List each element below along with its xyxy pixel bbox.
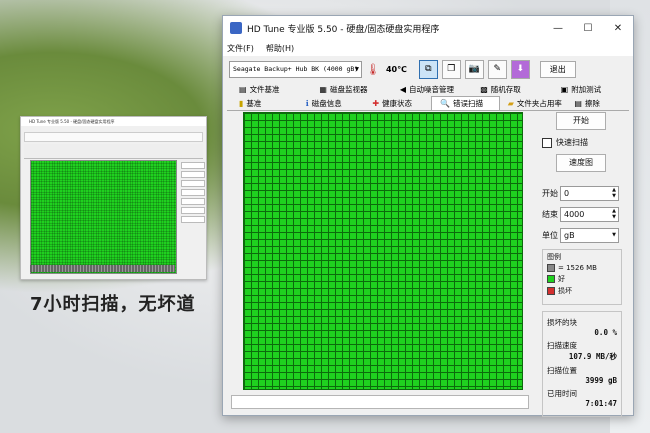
damaged-blocks-label: 损坏的块: [547, 318, 577, 327]
tab-error-scan[interactable]: 🔍 错误扫描: [431, 96, 500, 110]
chevron-down-icon: ▼: [354, 64, 359, 73]
legend-good: 好: [547, 274, 617, 284]
tab-random-access[interactable]: ▩ 随机存取: [472, 82, 552, 96]
speaker-icon: ◀: [399, 84, 406, 94]
end-label: 结束: [542, 210, 558, 219]
toolbar: Seagate Backup+ Hub BK (4000 gB) ▼ 🌡 40℃…: [223, 56, 633, 82]
window-title: HD Tune 专业版 5.50 - 硬盘/固态硬盘实用程序: [247, 24, 440, 35]
start-button[interactable]: 开始: [556, 112, 606, 130]
error-scan-panel: 开始 快速扫描 速度图 开始 0 ▲ ▼ 结束 4000 ▲ ▼ 单位 gB ▼ 图例 =…: [227, 112, 629, 417]
tab-disk-info[interactable]: ℹ 磁盘信息: [298, 96, 365, 110]
copy-text-icon[interactable]: ⧉: [418, 59, 438, 79]
thumbnail-title: HD Tune 专业版 5.50 - 硬盘/固态硬盘实用程序: [21, 117, 206, 126]
thumbnail-unscanned-row: [30, 265, 175, 272]
drive-select-value: Seagate Backup+ Hub BK (4000 gB): [233, 64, 359, 73]
elapsed-time-label: 已用时间: [547, 389, 577, 398]
unit-row: 单位 gB ▼: [542, 228, 622, 243]
scan-speed-label: 扫描速度: [547, 341, 577, 350]
benchmark-icon: ▮: [239, 98, 244, 108]
caption-text: 7小时扫描，无坏道: [30, 294, 196, 315]
start-label: 开始: [542, 189, 558, 198]
chevron-down-icon: ▼: [612, 232, 616, 238]
legend-title: 图例: [547, 253, 561, 261]
start-spinner[interactable]: 0 ▲ ▼: [560, 186, 619, 201]
spinner-arrows-icon: ▲ ▼: [612, 187, 616, 199]
good-swatch: [547, 275, 555, 283]
thumbnail-window: HD Tune 专业版 5.50 - 硬盘/固态硬盘实用程序: [20, 116, 207, 280]
folder-icon: ▰: [507, 98, 514, 108]
tab-folder-usage[interactable]: ▰ 文件夹占用率: [500, 96, 567, 110]
quick-scan-option[interactable]: 快速扫描: [542, 137, 622, 148]
info-icon: ℹ: [305, 98, 309, 108]
drive-select[interactable]: Seagate Backup+ Hub BK (4000 gB) ▼: [229, 60, 362, 78]
extra-tests-icon: ▣: [560, 84, 569, 94]
legend-block-size: = 1526 MB: [547, 264, 617, 272]
camera-icon[interactable]: 📷: [464, 59, 484, 79]
tab-disk-monitor[interactable]: ▦ 磁盘监视器: [311, 82, 391, 96]
save-icon[interactable]: ⬇: [510, 59, 530, 79]
tab-benchmark[interactable]: ▮ 基准: [231, 96, 298, 110]
scan-speed-value: 107.9 MB/秒: [568, 352, 617, 361]
erase-icon: ▤: [574, 98, 582, 108]
quick-scan-label: 快速扫描: [556, 138, 588, 147]
block-swatch: [547, 264, 555, 272]
menu-bar: 文件(F) 帮助(H): [223, 40, 633, 56]
tab-aam[interactable]: ◀ 自动噪音管理: [392, 82, 472, 96]
menu-file[interactable]: 文件(F): [227, 43, 254, 54]
end-spinner[interactable]: 4000 ▲ ▼: [560, 207, 619, 222]
exit-button[interactable]: 退出: [539, 60, 576, 78]
damaged-blocks-value: 0.0 %: [594, 328, 617, 337]
file-icon: ▤: [239, 84, 247, 94]
start-row: 开始 0 ▲ ▼: [542, 186, 622, 201]
scan-position-label: 扫描位置: [547, 366, 577, 375]
status-field: [231, 395, 529, 409]
spinner-arrows-icon: ▲ ▼: [612, 208, 616, 220]
app-icon: [230, 22, 242, 34]
random-access-icon: ▩: [480, 84, 488, 94]
tabs-row-2: ▮ 基准 ℹ 磁盘信息 ✚ 健康状态 🔍 错误扫描 ▰ 文件夹占用率 ▤ 擦除: [223, 96, 633, 110]
maximize-button[interactable]: ☐: [573, 23, 603, 34]
temperature-readout: 40℃: [385, 64, 407, 74]
tab-divider: [227, 110, 629, 111]
thumbnail-toolbar: [24, 132, 203, 142]
close-button[interactable]: ✕: [603, 23, 633, 34]
scan-position-value: 3999 gB: [585, 376, 617, 385]
unit-select[interactable]: gB ▼: [560, 228, 619, 243]
thermometer-icon: 🌡: [366, 62, 380, 76]
elapsed-time-value: 7:01:47: [585, 399, 617, 408]
tab-erase[interactable]: ▤ 擦除: [566, 96, 633, 110]
tabs-row-1: ▤ 文件基准 ▦ 磁盘监视器 ◀ 自动噪音管理 ▩ 随机存取 ▣ 附加测试: [223, 82, 633, 96]
scan-info-box: 损坏的块 0.0 % 扫描速度 107.9 MB/秒 扫描位置 3999 gB …: [542, 311, 622, 417]
monitor-icon: ▦: [319, 84, 327, 94]
tab-file-benchmark[interactable]: ▤ 文件基准: [231, 82, 311, 96]
thumbnail-tabs: [24, 144, 203, 159]
health-cross-icon: ✚: [372, 98, 380, 108]
legend-box: 图例 = 1526 MB 好 损坏: [542, 249, 622, 305]
unit-label: 单位: [542, 231, 558, 240]
thumbnail-scan-grid: [30, 160, 177, 274]
thumbnail-side-panel: [181, 160, 205, 272]
end-row: 结束 4000 ▲ ▼: [542, 207, 622, 222]
title-bar: HD Tune 专业版 5.50 - 硬盘/固态硬盘实用程序 — ☐ ✕: [223, 16, 633, 40]
magnifier-icon: 🔍: [440, 99, 450, 108]
bad-swatch: [547, 287, 555, 295]
legend-bad: 损坏: [547, 286, 617, 296]
minimize-button[interactable]: —: [543, 23, 573, 34]
side-panel: 开始 快速扫描 速度图 开始 0 ▲ ▼ 结束 4000 ▲ ▼ 单位 gB ▼ 图例 =…: [542, 112, 622, 417]
menu-help[interactable]: 帮助(H): [266, 43, 294, 54]
tab-extra-tests[interactable]: ▣ 附加测试: [553, 82, 633, 96]
options-icon[interactable]: ✎: [487, 59, 507, 79]
scan-block-grid: [243, 112, 523, 390]
speed-map-button[interactable]: 速度图: [556, 154, 606, 172]
tab-health[interactable]: ✚ 健康状态: [364, 96, 431, 110]
hdtune-window: HD Tune 专业版 5.50 - 硬盘/固态硬盘实用程序 — ☐ ✕ 文件(…: [222, 15, 634, 417]
copy-clipboard-icon[interactable]: ❐: [441, 59, 461, 79]
quick-scan-checkbox[interactable]: [542, 137, 552, 148]
